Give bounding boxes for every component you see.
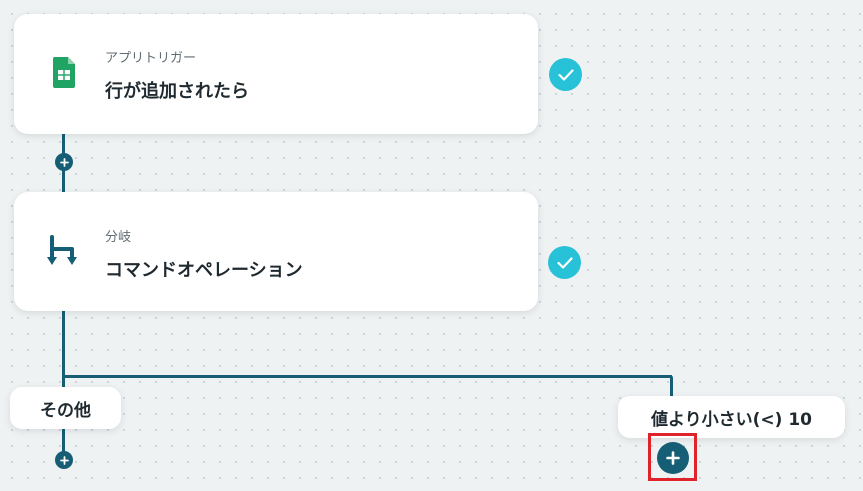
branch-icon xyxy=(47,235,81,275)
add-step-button[interactable] xyxy=(657,442,689,474)
branch-title: コマンドオペレーション xyxy=(105,260,303,281)
branch-other-text: その他 xyxy=(40,400,91,421)
trigger-type-label: アプリトリガー xyxy=(105,51,197,66)
trigger-title: 行が追加されたら xyxy=(105,81,249,102)
branch-connector xyxy=(670,375,673,397)
add-step-button[interactable] xyxy=(55,451,73,469)
branch-condition-text: 値より小さい(<) 10 xyxy=(650,409,813,430)
branch-condition-label[interactable]: 値より小さい(<) 10 xyxy=(618,396,845,438)
check-icon xyxy=(549,58,582,91)
google-sheets-icon xyxy=(53,57,75,92)
branch-connector xyxy=(62,375,672,378)
trigger-card[interactable]: アプリトリガー 行が追加されたら xyxy=(14,14,538,134)
check-icon xyxy=(548,246,581,279)
branch-card[interactable]: 分岐 コマンドオペレーション xyxy=(14,192,538,311)
add-step-button[interactable] xyxy=(55,153,73,171)
branch-other-label[interactable]: その他 xyxy=(10,387,121,429)
branch-type-label: 分岐 xyxy=(105,230,132,245)
